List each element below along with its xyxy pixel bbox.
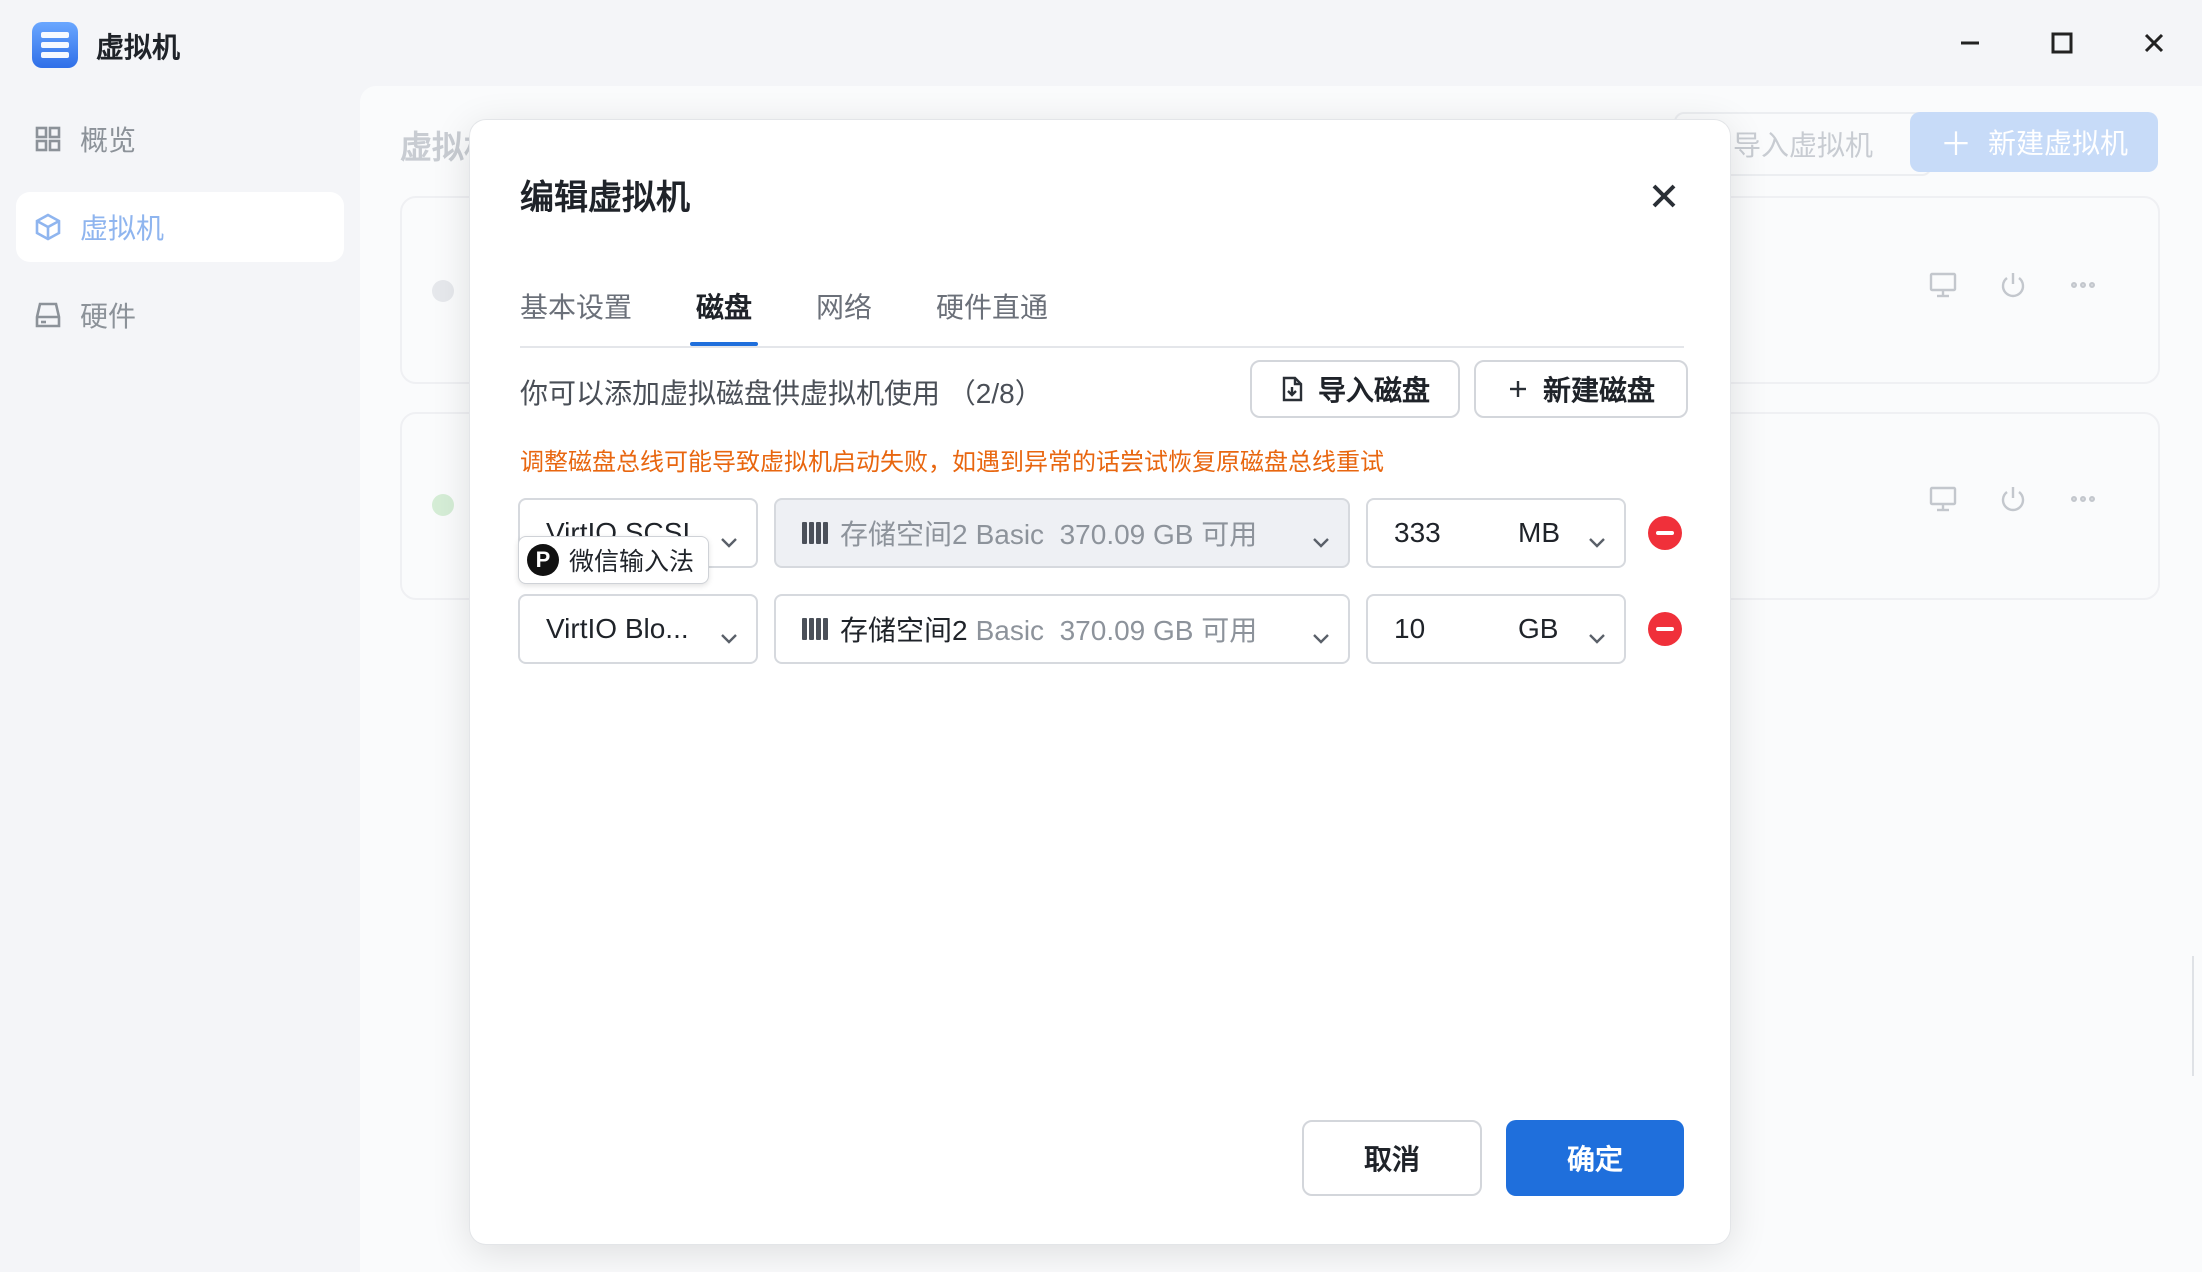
close-window-button[interactable] bbox=[2122, 18, 2186, 68]
card-actions bbox=[1928, 484, 2098, 514]
disk-size-unit: GB bbox=[1518, 613, 1559, 644]
new-disk-button[interactable]: 新建磁盘 bbox=[1474, 360, 1688, 418]
sidebar-item-label: 虚拟机 bbox=[80, 213, 165, 244]
remove-disk-button[interactable] bbox=[1648, 516, 1682, 550]
storage-select[interactable]: 存储空间2 Basic 370.09 GB 可用 bbox=[774, 498, 1350, 568]
storage-select[interactable]: 存储空间2 Basic 370.09 GB 可用 bbox=[774, 594, 1350, 664]
monitor-icon[interactable] bbox=[1928, 270, 1958, 300]
disk-size-input[interactable]: 333 MB bbox=[1366, 498, 1626, 568]
import-disk-button[interactable]: 导入磁盘 bbox=[1250, 360, 1460, 418]
window-title: 虚拟机 bbox=[96, 32, 181, 63]
new-vm-label: 新建虚拟机 bbox=[1988, 128, 2129, 159]
dialog-tabs: 基本设置 磁盘 网络 硬件直通 bbox=[520, 286, 1684, 348]
dialog-close-button[interactable] bbox=[1646, 178, 1682, 214]
import-vm-label: 导入虚拟机 bbox=[1732, 130, 1873, 161]
file-import-icon bbox=[1282, 376, 1303, 402]
storage-icon bbox=[802, 618, 828, 640]
cancel-button[interactable]: 取消 bbox=[1302, 1120, 1482, 1196]
more-icon[interactable] bbox=[2068, 484, 2098, 514]
chevron-down-icon bbox=[1588, 620, 1606, 652]
plus-icon bbox=[1509, 381, 1526, 397]
storage-name: 存储空间2 bbox=[840, 519, 968, 550]
storage-name: 存储空间2 bbox=[840, 615, 968, 646]
dialog-title: 编辑虚拟机 bbox=[520, 179, 690, 217]
chevron-down-icon bbox=[720, 620, 738, 652]
power-icon[interactable] bbox=[1998, 484, 2028, 514]
grid-icon bbox=[34, 125, 62, 153]
tab-disk[interactable]: 磁盘 bbox=[689, 286, 759, 346]
chevron-down-icon bbox=[1312, 620, 1330, 652]
sidebar-item-vms[interactable]: 虚拟机 bbox=[16, 192, 344, 262]
confirm-button[interactable]: 确定 bbox=[1506, 1120, 1684, 1196]
new-disk-label: 新建磁盘 bbox=[1542, 375, 1655, 406]
drive-icon bbox=[34, 301, 62, 329]
disk-size-input[interactable]: 10 GB bbox=[1366, 594, 1626, 664]
chevron-down-icon bbox=[1588, 524, 1606, 556]
wechat-ime-icon: P bbox=[527, 544, 559, 576]
ime-popup[interactable]: P 微信输入法 bbox=[518, 536, 710, 584]
app-icon bbox=[32, 22, 78, 68]
close-icon bbox=[2144, 33, 2164, 53]
sidebar: 概览 虚拟机 硬件 bbox=[0, 86, 360, 1272]
power-icon[interactable] bbox=[1998, 270, 2028, 300]
chevron-down-icon bbox=[720, 524, 738, 556]
bus-warning: 调整磁盘总线可能导致虚拟机启动失败，如遇到异常的话尝试恢复原磁盘总线重试 bbox=[520, 449, 1384, 476]
title-bar: 虚拟机 bbox=[0, 0, 2202, 86]
scrollbar-edge bbox=[2192, 956, 2202, 1076]
tab-hardware-passthrough[interactable]: 硬件直通 bbox=[936, 286, 1048, 344]
storage-detail: Basic 370.09 GB 可用 bbox=[975, 615, 1258, 646]
disk-bus-select[interactable]: VirtIO Blo... bbox=[518, 594, 758, 664]
chevron-down-icon bbox=[1312, 524, 1330, 556]
import-disk-label: 导入磁盘 bbox=[1317, 375, 1430, 406]
storage-detail: Basic 370.09 GB 可用 bbox=[975, 519, 1258, 550]
maximize-button[interactable] bbox=[2030, 18, 2094, 68]
disk-bus-value: VirtIO Blo... bbox=[546, 613, 689, 644]
disk-size-value: 10 bbox=[1394, 613, 1426, 644]
disk-count-hint: 你可以添加虚拟磁盘供虚拟机使用 （2/8） bbox=[520, 378, 1043, 409]
tab-network[interactable]: 网络 bbox=[816, 286, 872, 344]
sidebar-item-overview[interactable]: 概览 bbox=[16, 104, 344, 174]
cube-icon bbox=[34, 213, 62, 241]
plus-icon: ＋ bbox=[1939, 126, 1972, 162]
ime-label: 微信输入法 bbox=[569, 548, 695, 576]
minimize-button[interactable] bbox=[1938, 18, 2002, 68]
disk-size-unit: MB bbox=[1518, 517, 1560, 548]
remove-disk-button[interactable] bbox=[1648, 612, 1682, 646]
maximize-icon bbox=[2051, 32, 2073, 54]
disk-size-value: 333 bbox=[1394, 517, 1441, 548]
status-dot bbox=[432, 494, 454, 516]
minimize-icon bbox=[1961, 41, 1979, 45]
sidebar-item-label: 概览 bbox=[80, 125, 137, 156]
card-actions bbox=[1928, 270, 2098, 300]
more-icon[interactable] bbox=[2068, 270, 2098, 300]
sidebar-item-hardware[interactable]: 硬件 bbox=[16, 280, 344, 350]
status-dot bbox=[432, 280, 454, 302]
storage-icon bbox=[802, 522, 828, 544]
tab-basic-settings[interactable]: 基本设置 bbox=[520, 286, 632, 344]
monitor-icon[interactable] bbox=[1928, 484, 1958, 514]
edit-vm-dialog: 编辑虚拟机 基本设置 磁盘 网络 硬件直通 你可以添加虚拟磁盘供虚拟机使用 （2… bbox=[470, 120, 1730, 1244]
sidebar-item-label: 硬件 bbox=[80, 301, 137, 332]
new-vm-button[interactable]: ＋ 新建虚拟机 bbox=[1910, 112, 2158, 172]
close-icon bbox=[1652, 184, 1676, 208]
